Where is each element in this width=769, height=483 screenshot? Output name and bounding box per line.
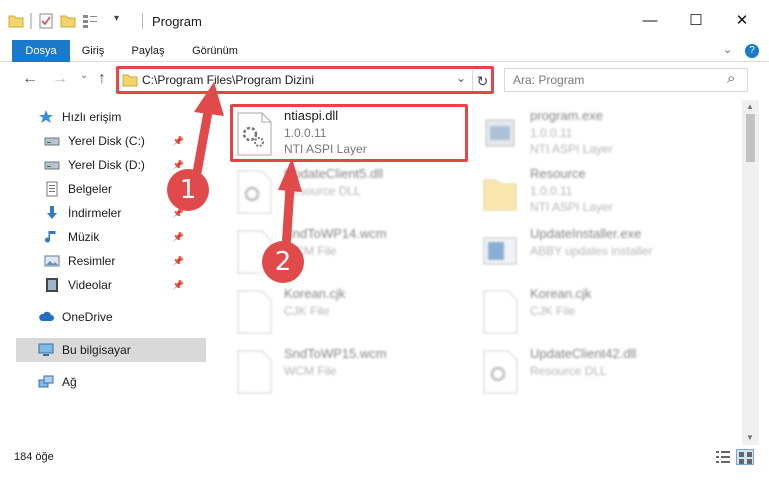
step-badge-1: 1 xyxy=(167,169,209,211)
annotation-arrows xyxy=(191,82,302,253)
step-badge-2: 2 xyxy=(262,241,304,283)
